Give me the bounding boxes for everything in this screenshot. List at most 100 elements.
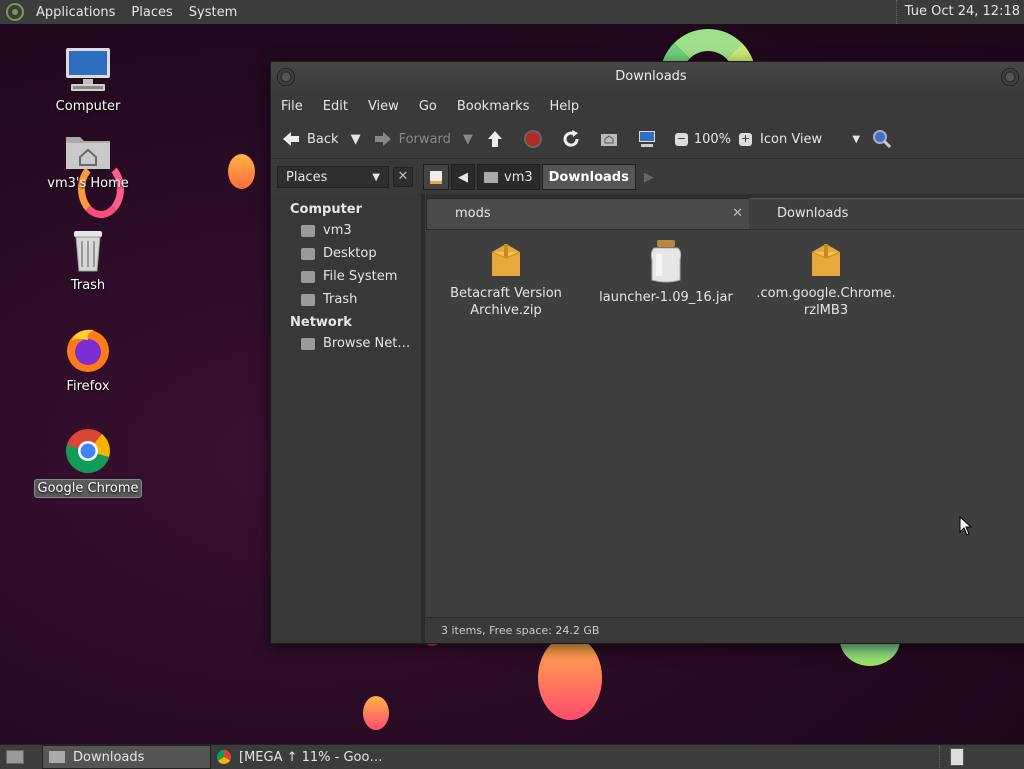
sidebar-item-label: File System: [323, 269, 398, 284]
view-mode-select[interactable]: Icon View ▼: [754, 124, 866, 154]
file-name: launcher-1.09_16.jar: [599, 290, 733, 305]
desktop-icon-label: Google Chrome: [33, 479, 143, 498]
back-button[interactable]: Back: [271, 124, 345, 154]
network-icon: [301, 337, 315, 350]
desktop-icon-firefox[interactable]: Firefox: [33, 326, 143, 395]
file-item[interactable]: launcher-1.09_16.jar: [591, 240, 741, 306]
computer-icon: [638, 131, 655, 147]
desktop-icon-label: vm3's Home: [47, 176, 129, 191]
search-button[interactable]: [866, 124, 904, 154]
decor-blob: [538, 636, 602, 720]
jar-icon: [650, 240, 682, 283]
breadcrumb-downloads[interactable]: Downloads: [541, 164, 636, 190]
close-sidebar-button[interactable]: ✕: [393, 167, 413, 187]
sidebar-item-label: Browse Net…: [323, 336, 411, 351]
menu-edit[interactable]: Edit: [313, 99, 358, 114]
desktop-icon-home[interactable]: vm3's Home: [33, 129, 143, 192]
zoom-level[interactable]: 100%: [688, 124, 737, 154]
sidebar-item-vm3[interactable]: vm3: [271, 219, 421, 242]
home-button[interactable]: [593, 124, 631, 154]
computer-button[interactable]: [631, 124, 669, 154]
search-icon: [873, 130, 892, 149]
breadcrumb-left-arrow[interactable]: ◀: [451, 164, 475, 190]
chevron-down-icon: ▼: [852, 133, 861, 145]
file-name: Archive.zip: [470, 303, 542, 318]
sidebar-item-desktop[interactable]: Desktop: [271, 242, 421, 265]
workspace-switcher[interactable]: [939, 746, 974, 768]
taskbar-label: Downloads: [73, 749, 145, 765]
zoom-out-button[interactable]: −: [669, 124, 688, 154]
status-bar: 3 items, Free space: 24.2 GB: [426, 617, 1024, 643]
breadcrumb-vm3[interactable]: vm3: [477, 164, 540, 190]
tab-downloads[interactable]: Downloads: [749, 198, 1024, 229]
close-tab-icon[interactable]: ✕: [732, 199, 743, 229]
stop-icon: [523, 130, 542, 148]
clock[interactable]: Tue Oct 24, 12:18: [895, 0, 1020, 24]
up-arrow-icon: [487, 131, 502, 147]
desktop-icon-computer[interactable]: Computer: [33, 46, 143, 115]
places-sidebar: Computer vm3 Desktop File System Trash N…: [271, 194, 425, 643]
sidebar-type-select[interactable]: Places ▼: [277, 166, 389, 188]
taskbar-item-downloads[interactable]: Downloads: [42, 745, 211, 769]
menu-system[interactable]: System: [181, 5, 245, 20]
breadcrumb-right-arrow[interactable]: ▶: [638, 170, 654, 185]
file-name: rzlMB3: [803, 303, 849, 318]
desktop-icon: [301, 247, 315, 260]
back-history-dropdown[interactable]: ▼: [345, 124, 367, 154]
menu-go[interactable]: Go: [409, 99, 447, 114]
stop-button[interactable]: [517, 124, 555, 154]
zoom-out-icon: −: [674, 131, 688, 146]
menu-file[interactable]: File: [271, 99, 313, 114]
close-window-button[interactable]: [277, 68, 295, 86]
forward-history-dropdown[interactable]: ▼: [457, 124, 479, 154]
window-title: Downloads: [615, 69, 687, 84]
back-label: Back: [307, 131, 339, 147]
home-icon: [600, 134, 617, 146]
trash-icon: [74, 231, 102, 272]
sidebar-item-label: vm3: [323, 223, 352, 238]
tab-label: mods: [455, 206, 491, 221]
forward-label: Forward: [398, 131, 451, 147]
location-bar: Places ▼ ✕ ◀ vm3 Downloads ▶: [271, 159, 1024, 195]
sidebar-item-browse-network[interactable]: Browse Net…: [271, 332, 421, 355]
reload-button[interactable]: [555, 124, 593, 154]
firefox-icon: [67, 329, 109, 372]
toggle-location-entry-button[interactable]: [423, 164, 449, 190]
breadcrumb-label: vm3: [504, 169, 533, 185]
menu-view[interactable]: View: [358, 99, 409, 114]
chrome-icon: [66, 429, 110, 473]
forward-button[interactable]: Forward: [367, 124, 457, 154]
view-mode-label: Icon View: [760, 131, 823, 147]
file-item[interactable]: Betacraft Version Archive.zip: [431, 240, 581, 319]
toolbar: Back ▼ Forward ▼ − 100% + Icon View ▼: [271, 120, 1024, 159]
menu-bookmarks[interactable]: Bookmarks: [447, 99, 540, 114]
desktop-icon-label: Trash: [70, 278, 106, 293]
archive-icon: [811, 244, 841, 276]
archive-icon: [491, 244, 521, 276]
sidebar-type-label: Places: [286, 169, 328, 185]
back-arrow-icon: [283, 132, 299, 146]
tab-mods[interactable]: mods ✕: [426, 198, 750, 230]
desktop-icon-trash[interactable]: Trash: [33, 227, 143, 294]
desktop-icon-chrome[interactable]: Google Chrome: [33, 427, 143, 498]
maximize-window-button[interactable]: [1001, 68, 1019, 86]
chevron-down-icon: ▼: [350, 131, 361, 147]
title-bar[interactable]: Downloads: [271, 62, 1024, 92]
menu-applications[interactable]: Applications: [28, 5, 123, 20]
reload-icon: [563, 130, 579, 147]
home-icon: [301, 224, 315, 237]
menu-logo-icon[interactable]: [6, 3, 24, 21]
drive-icon: [301, 270, 315, 283]
sidebar-item-trash[interactable]: Trash: [271, 288, 421, 311]
menu-help[interactable]: Help: [539, 99, 589, 114]
up-button[interactable]: [479, 124, 517, 154]
tab-label: Downloads: [777, 206, 849, 221]
sidebar-item-file-system[interactable]: File System: [271, 265, 421, 288]
sidebar-heading-computer: Computer: [290, 202, 363, 217]
zoom-in-icon: +: [739, 131, 753, 146]
show-desktop-button[interactable]: [0, 746, 30, 768]
file-item[interactable]: .com.google.Chrome. rzlMB3: [751, 240, 901, 319]
taskbar-item-chrome[interactable]: [MEGA ↑ 11% - Goo…: [211, 746, 388, 768]
zoom-in-button[interactable]: +: [737, 124, 754, 154]
menu-places[interactable]: Places: [123, 5, 180, 20]
